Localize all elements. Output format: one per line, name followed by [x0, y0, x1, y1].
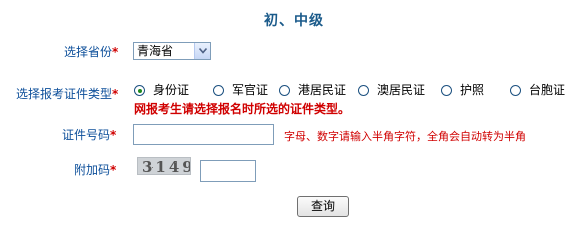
radio-macau-resident[interactable]: 澳居民证	[358, 82, 425, 98]
dropdown-arrow[interactable]	[194, 43, 210, 59]
captcha-input[interactable]	[200, 160, 256, 182]
chevron-down-icon	[199, 48, 207, 54]
captcha-label: 附加码*	[74, 163, 117, 177]
captcha-image-text: 3149	[142, 158, 191, 175]
radio-button[interactable]	[213, 85, 224, 96]
radio-button[interactable]	[358, 85, 369, 96]
id-number-hint: 字母、数字请输入半角字符，全角会自动转为半角	[284, 130, 526, 143]
radio-officer-card[interactable]: 军官证	[213, 82, 268, 98]
radio-hk-resident[interactable]: 港居民证	[279, 82, 346, 98]
radio-button[interactable]	[279, 85, 290, 96]
cert-type-hint: 网报考生请选择报名时所选的证件类型。	[134, 102, 351, 116]
required-mark: *	[112, 45, 119, 59]
query-button[interactable]: 查询	[297, 196, 349, 217]
province-label: 选择省份*	[64, 45, 119, 59]
radio-taiwan-compatriot[interactable]: 台胞证	[510, 82, 565, 98]
id-number-label: 证件号码*	[62, 128, 117, 142]
captcha-image: 3149	[137, 157, 191, 175]
required-mark: *	[110, 128, 117, 142]
query-form: 初、中级 选择省份* 青海省 选择报考证件类型* 身份证 军官证 港居民证 澳居…	[0, 0, 588, 227]
province-selected-value: 青海省	[137, 44, 174, 58]
page-title: 初、中级	[264, 13, 324, 29]
required-mark: *	[110, 163, 117, 177]
id-number-input[interactable]	[133, 124, 274, 145]
radio-id-card[interactable]: 身份证	[134, 82, 189, 98]
cert-type-label: 选择报考证件类型*	[16, 87, 119, 101]
required-mark: *	[112, 87, 119, 101]
radio-passport[interactable]: 护照	[441, 82, 484, 98]
radio-button[interactable]	[441, 85, 452, 96]
province-select[interactable]: 青海省	[133, 42, 211, 60]
radio-button-checked[interactable]	[134, 85, 145, 96]
radio-button[interactable]	[510, 85, 521, 96]
